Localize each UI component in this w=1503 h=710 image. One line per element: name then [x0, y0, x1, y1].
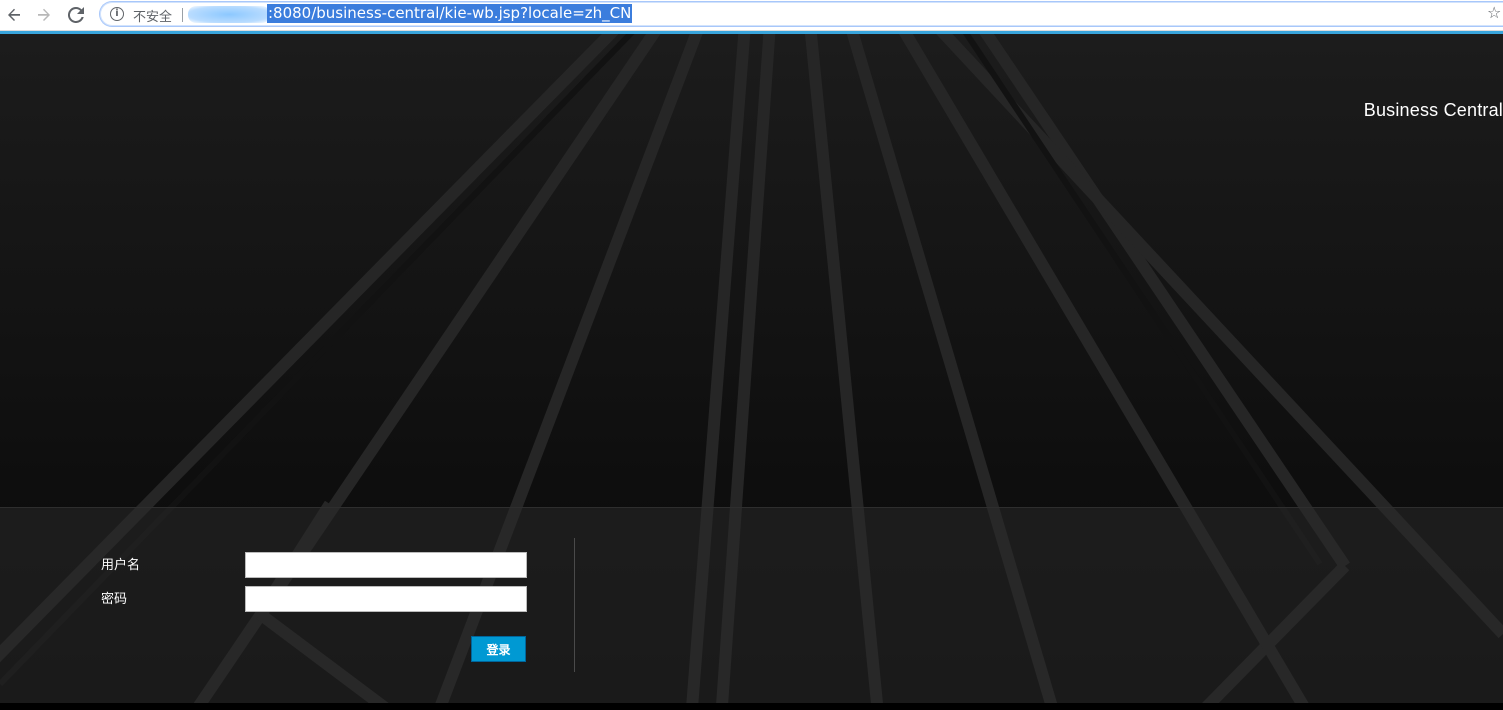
password-label: 密码 [101, 592, 128, 607]
username-label: 用户名 [101, 558, 141, 573]
address-bar[interactable]: i 不安全 :8080/business-central/kie-wb.jsp?… [99, 1, 1503, 27]
login-panel: 用户名 密码 登录 [0, 507, 1503, 703]
star-icon[interactable]: ☆ [1487, 3, 1503, 23]
address-separator [182, 8, 183, 22]
back-arrow-icon[interactable] [2, 3, 26, 27]
browser-toolbar: i 不安全 :8080/business-central/kie-wb.jsp?… [0, 0, 1503, 31]
bottom-strip [0, 703, 1503, 710]
redacted-host [188, 6, 270, 23]
product-title: Business Central [1363, 100, 1503, 120]
username-field[interactable] [245, 552, 527, 578]
reload-icon[interactable] [64, 3, 88, 27]
url-text[interactable]: :8080/business-central/kie-wb.jsp?locale… [267, 4, 633, 23]
login-page: Business Central 用户名 密码 登录 [0, 34, 1503, 710]
security-status-label[interactable]: 不安全 [133, 6, 172, 25]
forward-arrow-icon[interactable] [32, 3, 56, 27]
password-field[interactable] [245, 586, 527, 612]
login-button[interactable]: 登录 [471, 636, 526, 662]
info-icon[interactable]: i [110, 7, 124, 21]
panel-divider [574, 538, 575, 672]
